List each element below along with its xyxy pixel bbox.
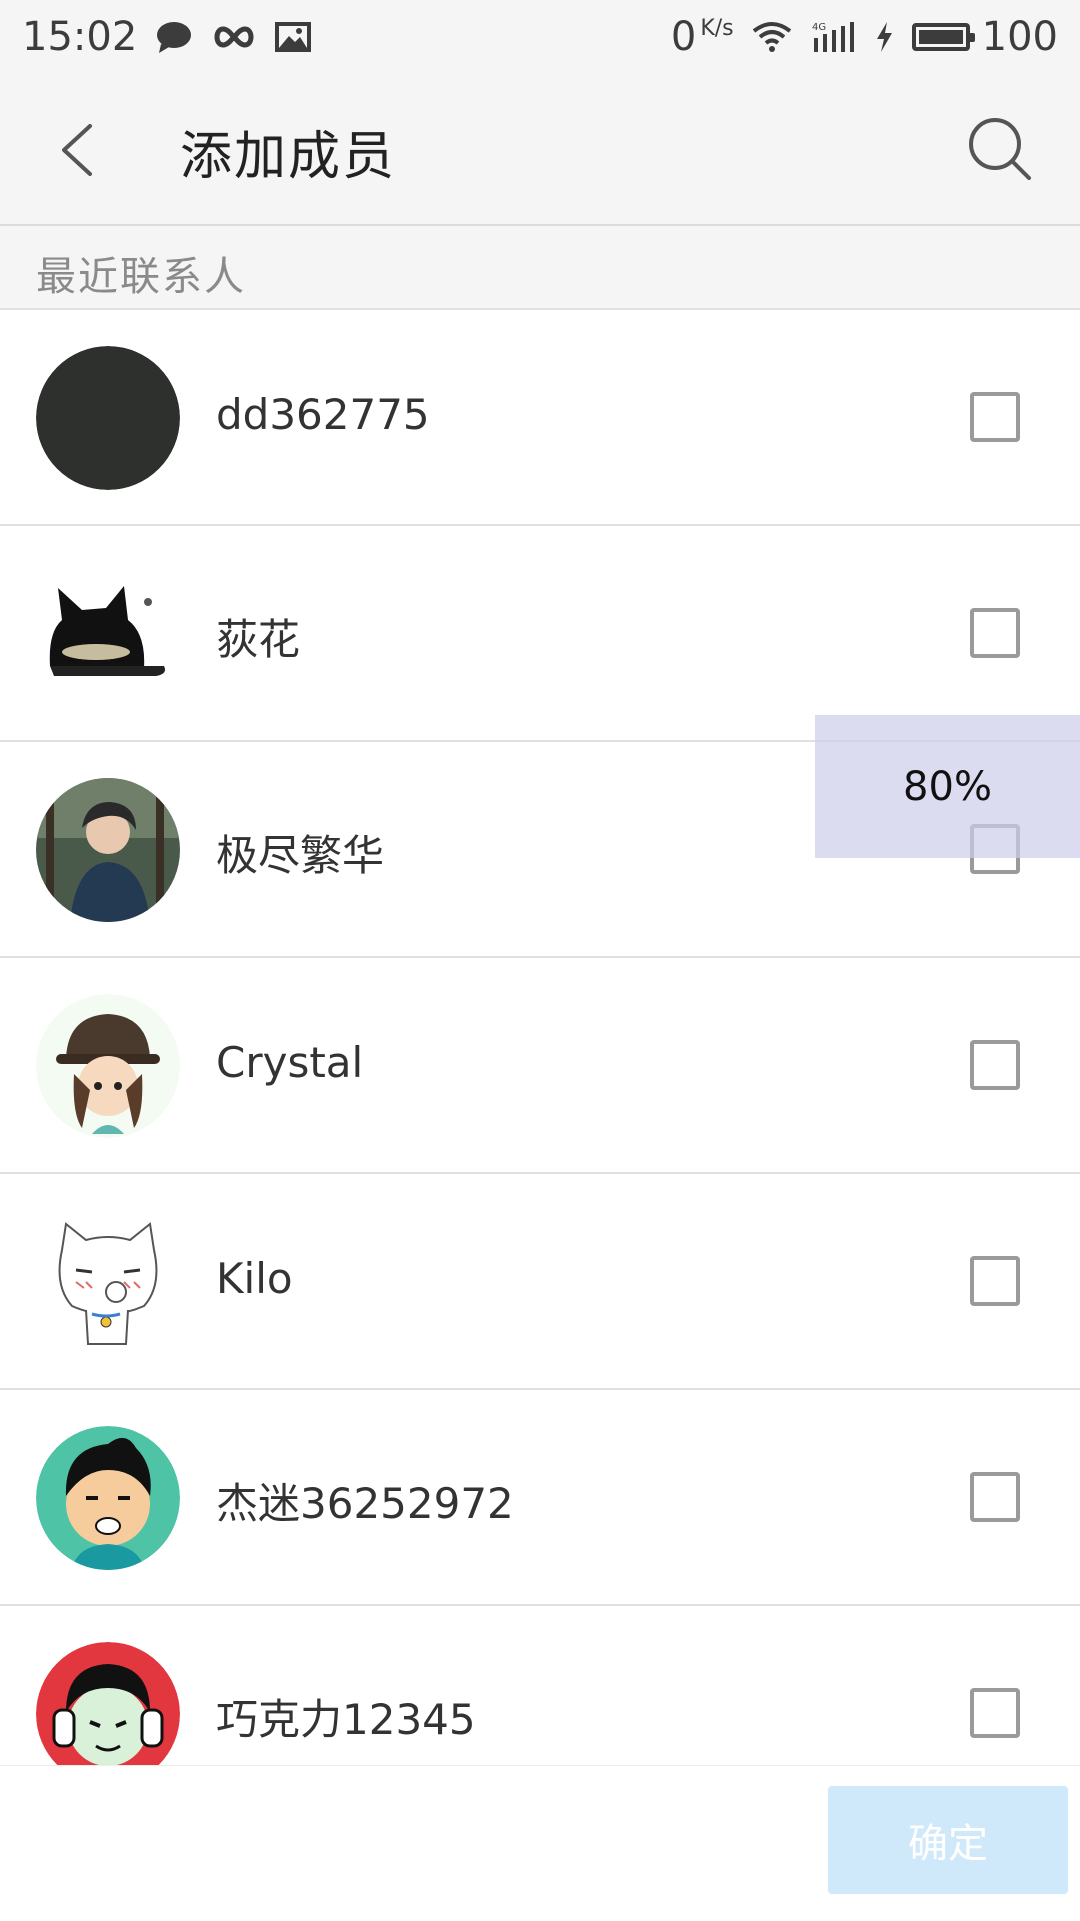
section-title: 最近联系人 (36, 254, 246, 300)
progress-indicator: 80% (815, 715, 1080, 858)
confirm-button[interactable]: 确定 (828, 1786, 1068, 1894)
status-time: 15:02 (22, 14, 138, 60)
bottom-bar: 确定 (0, 1765, 1080, 1921)
contact-row[interactable]: 杰迷36252972 (0, 1390, 1080, 1606)
contact-row[interactable]: 巧克力12345 (0, 1606, 1080, 1765)
contact-row[interactable]: Kilo (0, 1174, 1080, 1390)
net-speed-unit: K/s (700, 16, 734, 41)
recent-contacts-header: 最近联系人 (0, 226, 1080, 310)
contact-checkbox[interactable] (970, 1040, 1020, 1090)
image-icon (275, 22, 312, 52)
battery: 100 (911, 14, 1058, 60)
progress-label: 80% (903, 763, 992, 810)
contact-checkbox[interactable] (970, 1256, 1020, 1306)
wifi-icon (752, 21, 792, 53)
page-title: 添加成员 (180, 127, 397, 187)
contact-checkbox[interactable] (970, 1688, 1020, 1738)
contact-row[interactable]: dd362775 (0, 310, 1080, 526)
search-icon (969, 118, 1031, 180)
search-button[interactable] (965, 114, 1037, 186)
contact-row[interactable]: 荻花 (0, 526, 1080, 742)
photo-avatar (36, 778, 180, 922)
contact-name: 极尽繁华 (216, 831, 385, 880)
battery-icon (911, 23, 975, 51)
status-bar: 15:02 0 K/s 4G 100 (0, 0, 1080, 74)
signal-4g-icon: 4G (810, 20, 856, 54)
contact-list: dd362775 荻花 极尽繁华 Crystal Kilo 杰迷36252972… (0, 310, 1080, 1765)
contact-name: 荻花 (216, 615, 301, 664)
battery-level: 100 (981, 14, 1058, 60)
contact-checkbox[interactable] (970, 1472, 1020, 1522)
chevron-left-icon (62, 124, 92, 176)
contact-name: Kilo (216, 1254, 293, 1303)
dark-avatar (36, 346, 180, 490)
charging-icon (874, 21, 894, 53)
contact-checkbox[interactable] (970, 392, 1020, 442)
app-bar: 添加成员 (0, 74, 1080, 226)
contact-name: 巧克力12345 (216, 1695, 476, 1744)
net-speed: 0 K/s (671, 14, 734, 60)
message-icon (155, 20, 193, 54)
back-button[interactable] (46, 118, 106, 182)
headphones-avatar (36, 1642, 180, 1765)
contact-name: dd362775 (216, 390, 430, 439)
status-bar-right: 0 K/s 4G 100 (671, 14, 1058, 60)
net-speed-value: 0 (670, 14, 697, 60)
black-cat-avatar (36, 562, 180, 706)
cartoon-boy-avatar (36, 1426, 180, 1570)
status-bar-left: 15:02 (22, 14, 312, 60)
infinity-icon (211, 24, 257, 50)
contact-row[interactable]: Crystal (0, 958, 1080, 1174)
contact-checkbox[interactable] (970, 608, 1020, 658)
girl-hat-avatar (36, 994, 180, 1138)
svg-text:4G: 4G (812, 22, 826, 33)
contact-name: 杰迷36252972 (216, 1479, 514, 1528)
contact-name: Crystal (216, 1038, 364, 1087)
white-cat-avatar (36, 1210, 180, 1354)
